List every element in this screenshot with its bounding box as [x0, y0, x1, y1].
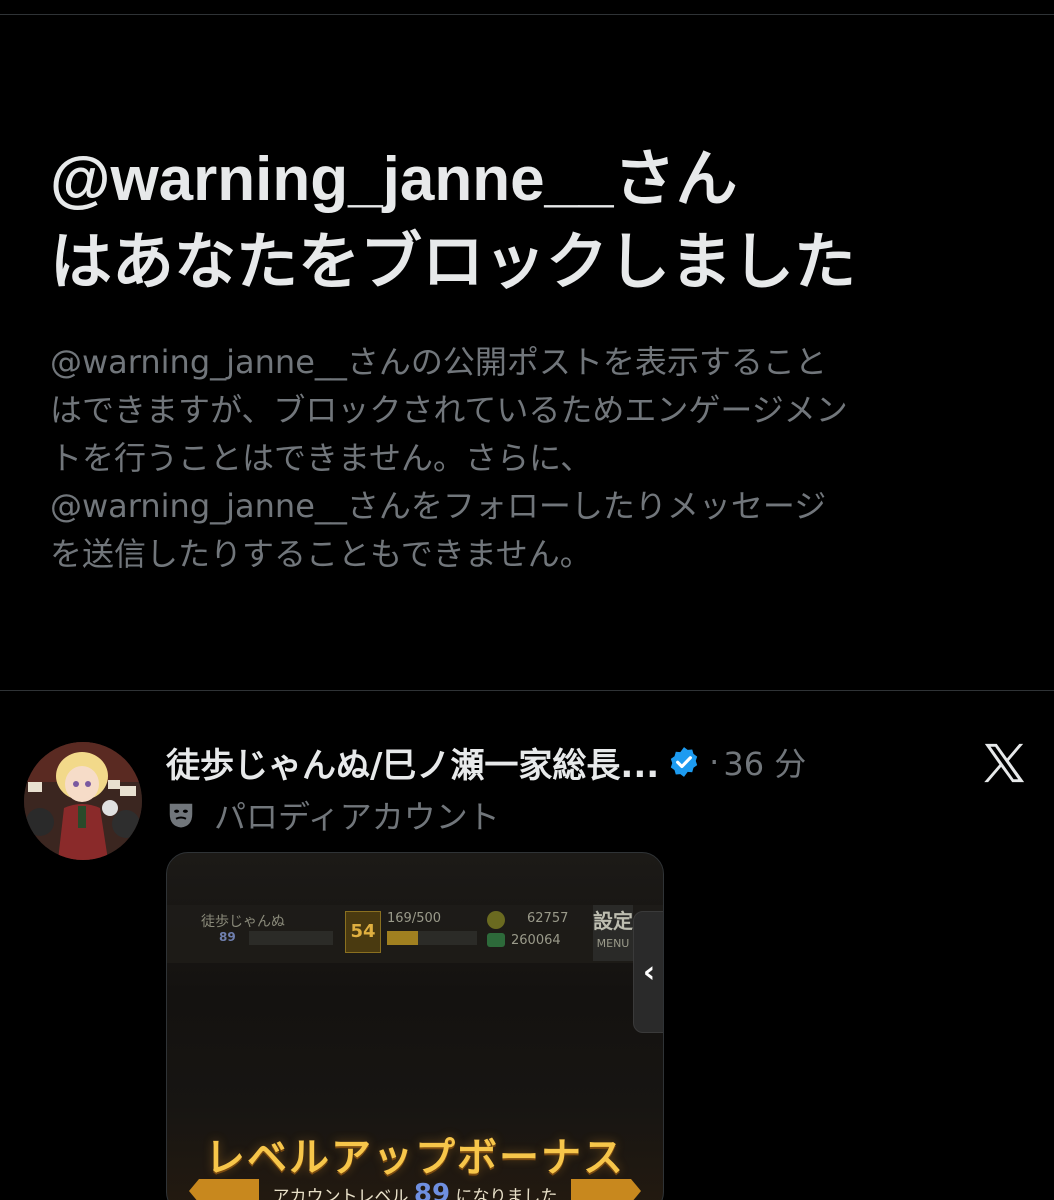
hud-menu-top: 設定 — [593, 909, 633, 933]
display-name[interactable]: 徒歩じゃんぬ/巳ノ瀬一家総長... — [166, 738, 659, 787]
hud-level-meter — [249, 931, 333, 945]
parody-label-row: パロディアカウント — [166, 792, 500, 838]
blocked-description: @warning_janne__さんの公開ポストを表示すること はできますが、ブ… — [50, 338, 1010, 578]
description-line: トを行うことはできません。さらに、 — [50, 439, 593, 477]
post-timestamp[interactable]: 36 分 — [723, 739, 806, 785]
post-media-image[interactable]: 徒歩じゃんぬ 89 54 169/500 62757 260064 設定 MEN… — [166, 852, 664, 1200]
blocked-profile-page: @warning_janne__さん はあなたをブロックしました @warnin… — [0, 0, 1054, 1200]
hud-player-name: 徒歩じゃんぬ — [201, 914, 285, 930]
x-logo-icon — [984, 743, 1025, 783]
top-divider — [0, 14, 1054, 15]
verified-badge-icon — [670, 747, 698, 777]
description-line: @warning_janne__さんの公開ポストを表示すること — [50, 343, 827, 381]
level-up-suffix: になりました — [455, 1187, 558, 1200]
avatar[interactable] — [24, 742, 142, 860]
parody-account-label: パロディアカウント — [214, 798, 500, 836]
post-header: 徒歩じゃんぬ/巳ノ瀬一家総長... · 36 分 — [166, 736, 806, 788]
hud-menu-label: MENU — [596, 937, 630, 950]
hud-rank-badge: 54 — [345, 911, 381, 953]
side-tab-chevron: ‹ — [633, 911, 663, 1033]
avatar-image — [24, 742, 142, 860]
hud-exp: 169/500 — [387, 911, 442, 926]
blocked-title-line2: はあなたをブロックしました — [50, 228, 857, 297]
hud-exp-fill — [387, 931, 418, 945]
blocked-title: @warning_janne__さん はあなたをブロックしました — [50, 138, 1030, 304]
coin-icon — [487, 911, 505, 929]
theater-mask-icon — [169, 803, 193, 828]
hud-level: 89 — [219, 930, 236, 944]
level-up-number: 89 — [413, 1179, 451, 1200]
description-line: を送信したりすることもできません。 — [50, 535, 592, 573]
level-up-prefix: アカウントレベル — [272, 1187, 409, 1200]
description-line: はできますが、ブロックされているためエンゲージメン — [50, 391, 848, 429]
hud-exp-meter — [387, 931, 477, 945]
meta-separator: · — [709, 743, 720, 781]
description-line: @warning_janne__さんをフォローしたりメッセージ — [50, 487, 827, 525]
hud-gems: 260064 — [511, 933, 561, 948]
gem-icon — [487, 933, 505, 947]
level-up-banner: レベルアップボーナス — [205, 1135, 625, 1181]
blocked-title-line1: @warning_janne__さん — [50, 145, 738, 214]
level-up-message: アカウントレベル 89 になりました — [167, 1179, 663, 1200]
hud-menu-button: 設定 MENU — [593, 905, 633, 961]
section-divider — [0, 690, 1054, 691]
hud-coins: 62757 — [527, 911, 569, 926]
